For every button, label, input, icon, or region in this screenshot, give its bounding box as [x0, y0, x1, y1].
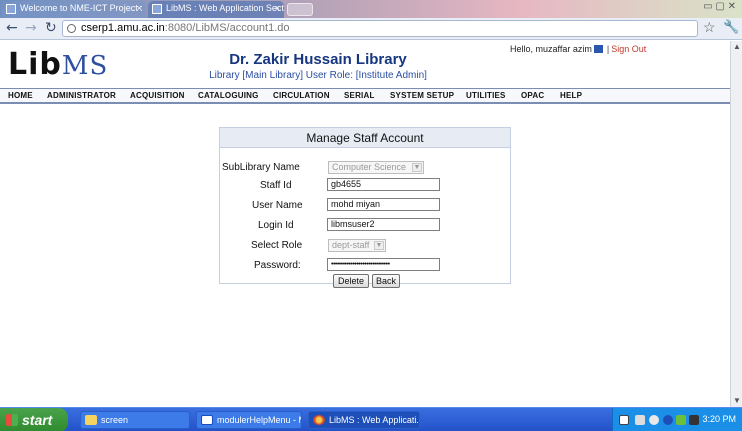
help-icon[interactable]: [619, 415, 629, 425]
select-role-label: Select Role: [251, 240, 303, 251]
scroll-down-icon[interactable]: ▼: [732, 396, 742, 406]
browser-tab-nme[interactable]: Welcome to NME-ICT Project : ... ×: [2, 1, 146, 18]
forward-arrow-icon[interactable]: →: [25, 20, 37, 36]
menu-circulation[interactable]: CIRCULATION: [273, 91, 330, 100]
page-info-icon[interactable]: [67, 24, 76, 33]
role-select[interactable]: dept-staff ▼: [328, 239, 386, 252]
start-button[interactable]: start: [0, 408, 68, 431]
library-subtitle: Library [Main Library] User Role: [Insti…: [209, 70, 427, 81]
close-tab-icon[interactable]: ×: [137, 3, 142, 13]
menu-acquisition[interactable]: ACQUISITION: [130, 91, 185, 100]
menu-serial[interactable]: SERIAL: [344, 91, 375, 100]
login-id-field[interactable]: libmsuser2: [327, 218, 440, 231]
bookmark-star-icon[interactable]: ☆: [703, 19, 716, 36]
delete-button[interactable]: Delete: [333, 274, 369, 288]
back-arrow-icon[interactable]: ←: [6, 20, 18, 36]
chevron-down-icon: ▼: [374, 241, 384, 250]
reload-icon[interactable]: ↻: [45, 20, 57, 36]
sign-out-link[interactable]: Sign Out: [611, 44, 646, 54]
menu-home[interactable]: HOME: [8, 91, 33, 100]
user-name-field[interactable]: mohd miyan: [327, 198, 440, 211]
panel-title: Manage Staff Account: [220, 128, 510, 148]
password-field[interactable]: ••••••••••••••••••••••••••••••: [327, 258, 440, 271]
taskbar-item-screen[interactable]: screen: [80, 411, 190, 429]
tab-label: LibMS : Web Application Sect...: [166, 3, 284, 13]
menu-cataloguing[interactable]: CATALOGUING: [198, 91, 259, 100]
manage-staff-account-panel: Manage Staff Account SubLibrary Name Com…: [219, 127, 511, 288]
scroll-up-icon[interactable]: ▲: [732, 42, 742, 52]
taskbar-item-libms[interactable]: LibMS : Web Applicati...: [308, 411, 420, 429]
menu-administrator[interactable]: ADMINISTRATOR: [47, 91, 116, 100]
browser-tab-strip: Welcome to NME-ICT Project : ... × LibMS…: [0, 0, 742, 18]
page-viewport: LibMS Dr. Zakir Hussain Library Library …: [0, 41, 730, 407]
window-controls[interactable]: ▭ ▢ ✕: [703, 1, 736, 12]
back-button[interactable]: Back: [372, 274, 400, 288]
page-favicon-icon: [6, 4, 16, 14]
vertical-scrollbar[interactable]: ▲ ▼: [730, 41, 742, 407]
system-clock: 3:20 PM: [702, 414, 736, 424]
taskbar-item-word[interactable]: modulerHelpMenu - M...: [196, 411, 302, 429]
user-greeting: Hello, muzaffar azim | Sign Out: [510, 44, 647, 54]
greeting-text: Hello, muzaffar azim: [510, 44, 592, 54]
user-dropdown-icon[interactable]: [593, 45, 603, 53]
display-icon[interactable]: [689, 415, 699, 425]
system-tray: 3:20 PM: [612, 408, 742, 431]
menu-help[interactable]: HELP: [560, 91, 582, 100]
browser-toolbar: ← → ↻ cserp1.amu.ac.in:8080/LibMS/accoun…: [0, 18, 742, 40]
windows-logo-icon: [6, 414, 18, 426]
menu-opac[interactable]: OPAC: [521, 91, 544, 100]
security-icon[interactable]: [649, 415, 659, 425]
browser-tab-libms[interactable]: LibMS : Web Application Sect... ×: [148, 1, 284, 18]
antivirus-icon[interactable]: [676, 415, 686, 425]
close-tab-icon[interactable]: ×: [275, 3, 280, 13]
menu-utilities[interactable]: UTILITIES: [466, 91, 506, 100]
sublibrary-label: SubLibrary Name: [222, 162, 300, 173]
update-icon[interactable]: [663, 415, 673, 425]
main-menu: HOME ADMINISTRATOR ACQUISITION CATALOGUI…: [0, 88, 730, 104]
chevron-down-icon: ▼: [412, 163, 422, 172]
staff-id-field[interactable]: gb4655: [327, 178, 440, 191]
chrome-icon: [313, 415, 325, 425]
folder-icon: [85, 415, 97, 425]
url-text[interactable]: cserp1.amu.ac.in:8080/LibMS/account1.do: [81, 22, 290, 34]
user-name-label: User Name: [252, 200, 303, 211]
word-document-icon: [201, 415, 213, 425]
staff-id-label: Staff Id: [260, 180, 292, 191]
tab-label: Welcome to NME-ICT Project : ...: [20, 3, 146, 13]
page-favicon-icon: [152, 4, 162, 14]
windows-taskbar: start screen modulerHelpMenu - M... LibM…: [0, 407, 742, 431]
login-id-label: Login Id: [258, 220, 294, 231]
wrench-icon[interactable]: 🔧: [723, 19, 739, 35]
password-label: Password:: [254, 260, 301, 271]
new-tab-button[interactable]: [287, 3, 313, 16]
address-bar[interactable]: cserp1.amu.ac.in:8080/LibMS/account1.do: [62, 20, 698, 37]
menu-system-setup[interactable]: SYSTEM SETUP: [390, 91, 454, 100]
sublibrary-select[interactable]: Computer Science ▼: [328, 161, 424, 174]
network-icon[interactable]: [635, 415, 645, 425]
